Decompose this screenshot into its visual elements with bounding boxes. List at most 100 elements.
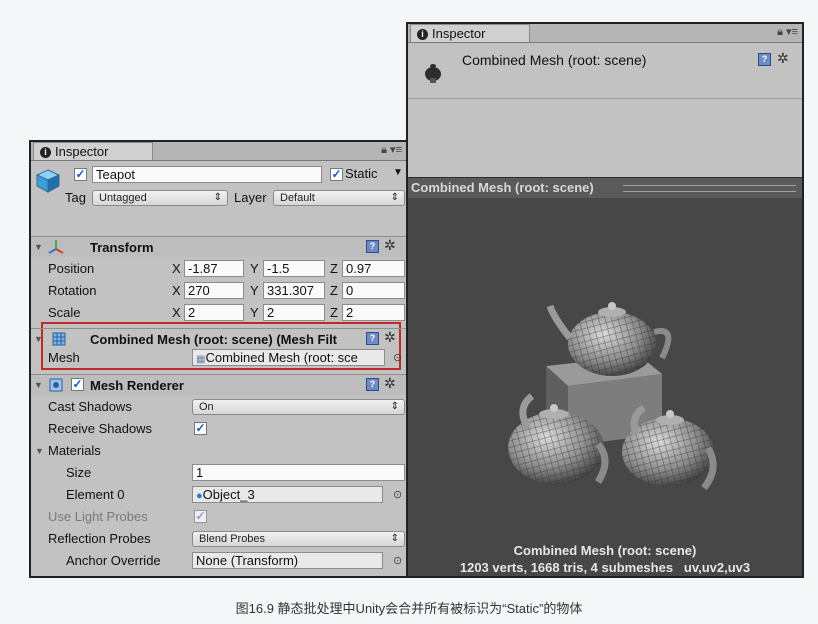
transform-header[interactable]: ▼ Transform ? ✲: [31, 236, 406, 257]
left-inspector-tabbar: i Inspector 🔒︎ ▾≡: [31, 142, 406, 161]
mesh-renderer-header[interactable]: ▼ ✓ Mesh Renderer ? ✲: [31, 374, 406, 395]
transform-y-field[interactable]: 331.307: [263, 282, 325, 299]
mesh-field[interactable]: ▦Combined Mesh (root: sce: [192, 349, 385, 366]
static-checkbox[interactable]: ✓: [330, 168, 343, 181]
object-picker-icon[interactable]: ⊙: [393, 351, 402, 364]
use-light-probes-label: Use Light Probes: [48, 509, 148, 524]
right-inspector-tab[interactable]: i Inspector: [410, 24, 530, 42]
tab-title: Inspector: [55, 144, 109, 159]
drag-handle[interactable]: [623, 185, 796, 192]
gear-icon[interactable]: ✲: [384, 375, 396, 392]
element0-value: Object_3: [202, 487, 255, 502]
axis-z-label: Z: [330, 283, 338, 298]
reflection-probes-dropdown[interactable]: Blend Probes ⇕: [192, 531, 405, 547]
mesh-renderer-title: Mesh Renderer: [90, 378, 184, 393]
updown-icon: ⇕: [390, 401, 399, 412]
axis-z-label: Z: [330, 305, 338, 320]
transform-z-field[interactable]: 0: [342, 282, 405, 299]
header-divider: [408, 98, 802, 99]
lock-icon[interactable]: 🔒︎ ▾≡: [777, 25, 798, 39]
preview-caption-name: Combined Mesh (root: scene): [513, 543, 697, 558]
tag-value: Untagged: [99, 192, 147, 204]
mesh-filter-icon: [52, 332, 66, 346]
preview-titlebar: Combined Mesh (root: scene): [408, 177, 802, 198]
axis-z-label: Z: [330, 261, 338, 276]
foldout-icon[interactable]: ▼: [34, 380, 43, 390]
gear-icon[interactable]: ✲: [384, 329, 396, 346]
reflection-probes-value: Blend Probes: [199, 533, 266, 545]
object-picker-icon[interactable]: ⊙: [393, 554, 402, 567]
transform-row-label: Position: [48, 261, 95, 276]
info-icon: i: [417, 29, 428, 40]
size-label: Size: [66, 465, 92, 480]
anchor-override-field[interactable]: None (Transform): [192, 552, 383, 569]
cube-icon: [35, 168, 61, 193]
object-name-field[interactable]: Teapot: [92, 166, 322, 183]
material-sphere-icon: ●: [196, 490, 203, 502]
static-dropdown-arrow[interactable]: ▼: [393, 167, 403, 178]
updown-icon: ⇕: [390, 192, 399, 203]
preview-title: Combined Mesh (root: scene): [411, 180, 594, 195]
help-icon[interactable]: ?: [366, 378, 379, 391]
preview-caption-stats: 1203 verts, 1668 tris, 4 submeshes uv,uv…: [459, 560, 751, 575]
left-inspector-panel: i Inspector 🔒︎ ▾≡ ✓ Teapot ✓ Static ▼ Tag…: [29, 140, 408, 578]
transform-axes-icon: [47, 239, 65, 260]
teapots-preview: [508, 302, 717, 491]
updown-icon: ⇕: [213, 192, 222, 203]
asset-icon: [422, 60, 444, 89]
tag-dropdown[interactable]: Untagged ⇕: [92, 190, 228, 206]
transform-x-field[interactable]: 2: [184, 304, 244, 321]
info-icon: i: [40, 147, 51, 158]
right-inspector-panel: i Inspector 🔒︎ ▾≡ Combined Mesh (root: sc…: [406, 22, 804, 578]
gear-icon[interactable]: ✲: [384, 237, 396, 254]
transform-z-field[interactable]: 2: [342, 304, 405, 321]
gear-icon[interactable]: ✲: [777, 50, 789, 67]
axis-y-label: Y: [250, 283, 259, 298]
mesh-preview-viewport[interactable]: Combined Mesh (root: scene) 1203 verts, …: [408, 198, 802, 576]
tag-label: Tag: [65, 190, 86, 205]
figure-caption: 图16.9 静态批处理中Unity会合并所有被标识为“Static”的物体: [235, 601, 583, 616]
transform-title: Transform: [90, 240, 154, 255]
cast-shadows-label: Cast Shadows: [48, 399, 132, 414]
element0-field[interactable]: ●Object_3: [192, 486, 383, 503]
layer-dropdown[interactable]: Default ⇕: [273, 190, 405, 206]
foldout-icon[interactable]: ▼: [34, 334, 43, 344]
transform-row-label: Rotation: [48, 283, 97, 298]
left-inspector-tab[interactable]: i Inspector: [33, 142, 153, 160]
use-light-probes-checkbox: ✓: [194, 509, 207, 523]
cast-shadows-dropdown[interactable]: On ⇕: [192, 399, 405, 415]
mesh-renderer-icon: [49, 378, 63, 392]
static-label: Static: [345, 166, 378, 181]
help-icon[interactable]: ?: [366, 332, 379, 345]
help-icon[interactable]: ?: [758, 53, 771, 66]
right-teapot: [622, 404, 717, 491]
receive-shadows-checkbox[interactable]: ✓: [194, 422, 207, 435]
transform-x-field[interactable]: -1.87: [184, 260, 244, 277]
mesh-filter-title: Combined Mesh (root: scene) (Mesh Filt: [90, 332, 338, 347]
materials-foldout-icon[interactable]: ▼: [35, 446, 44, 456]
mesh-filter-header[interactable]: ▼ Combined Mesh (root: scene) (Mesh Filt…: [31, 328, 406, 349]
foldout-icon[interactable]: ▼: [34, 242, 43, 252]
transform-y-field[interactable]: 2: [263, 304, 325, 321]
mesh-renderer-enabled-checkbox[interactable]: ✓: [71, 378, 84, 391]
receive-shadows-label: Receive Shadows: [48, 421, 153, 436]
layer-value: Default: [280, 192, 315, 204]
materials-label: Materials: [48, 443, 101, 458]
right-header-title: Combined Mesh (root: scene): [462, 52, 647, 68]
cast-shadows-value: On: [199, 401, 214, 413]
axis-y-label: Y: [250, 261, 259, 276]
axis-x-label: X: [172, 261, 181, 276]
transform-y-field[interactable]: -1.5: [263, 260, 325, 277]
element0-label: Element 0: [66, 487, 125, 502]
transform-x-field[interactable]: 270: [184, 282, 244, 299]
object-picker-icon[interactable]: ⊙: [393, 488, 402, 501]
mesh-value: Combined Mesh (root: sce: [205, 350, 358, 365]
axis-x-label: X: [172, 305, 181, 320]
size-field[interactable]: 1: [192, 464, 405, 481]
transform-z-field[interactable]: 0.97: [342, 260, 405, 277]
right-inspector-tabbar: i Inspector 🔒︎ ▾≡: [408, 24, 802, 43]
help-icon[interactable]: ?: [366, 240, 379, 253]
active-checkbox[interactable]: ✓: [74, 168, 87, 181]
anchor-override-label: Anchor Override: [66, 553, 161, 568]
lock-icon[interactable]: 🔒︎ ▾≡: [381, 143, 402, 157]
